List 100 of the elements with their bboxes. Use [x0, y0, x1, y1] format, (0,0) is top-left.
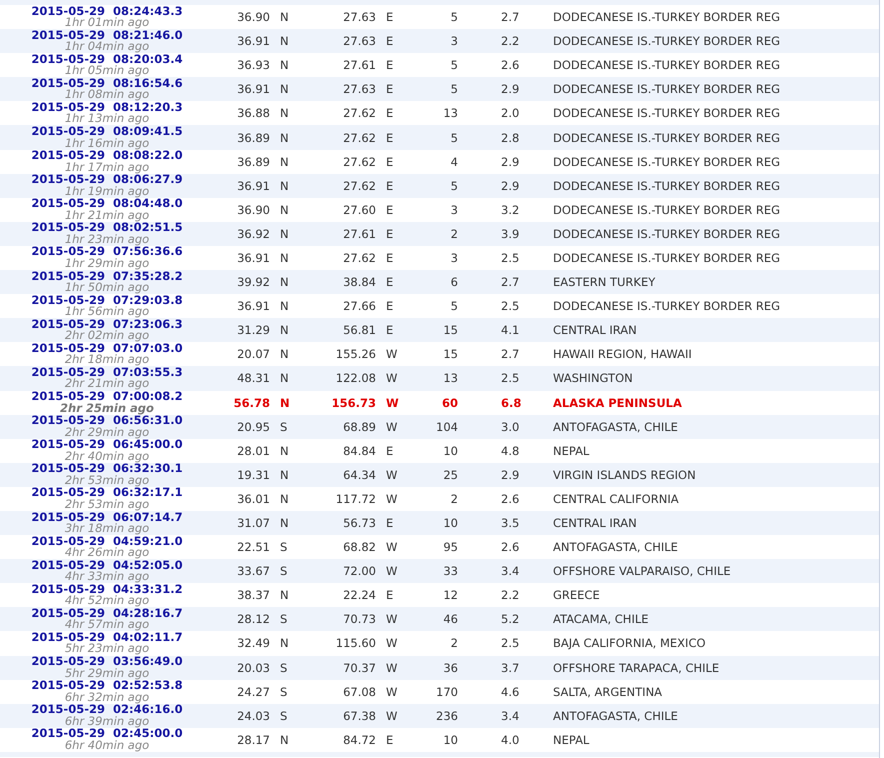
date-time-link[interactable]: 2015-05-29 08:24:43.3	[31, 6, 183, 18]
region-cell: ANTOFAGASTA, CHILE	[553, 420, 678, 434]
region-cell: ATACAMA, CHILE	[553, 612, 649, 626]
date-time-link[interactable]: 2015-05-29 08:02:51.5	[31, 222, 183, 234]
longitude-direction-cell-text: W	[386, 564, 398, 578]
depth-cell-text: 2	[450, 226, 458, 241]
region-cell: DODECANESE IS.-TURKEY BORDER REG	[553, 130, 780, 145]
latitude-cell-text: 36.90	[236, 10, 270, 24]
longitude-cell-text: 56.73	[342, 516, 376, 530]
date-time-link[interactable]: 2015-05-29 08:12:20.3	[31, 102, 183, 114]
date-time-link[interactable]: 2015-05-29 08:04:48.0	[31, 198, 183, 210]
latitude-cell-text: 20.03	[236, 660, 270, 675]
longitude-cell-text: 27.66	[342, 299, 376, 314]
latitude-direction-cell-text: S	[280, 708, 288, 723]
date-time-link[interactable]: 2015-05-29 06:56:31.0	[31, 415, 183, 427]
date-time-link[interactable]: 2015-05-29 07:03:55.3	[31, 366, 183, 378]
date-time-link[interactable]: 2015-05-29 07:07:03.0	[31, 342, 183, 354]
depth-cell-text: 95	[442, 540, 458, 554]
date-time-link[interactable]: 2015-05-29 08:20:03.4	[31, 54, 183, 66]
date-time-link[interactable]: 2015-05-29 08:21:46.0	[31, 30, 183, 42]
date-time-link[interactable]: 2015-05-29 02:46:16.0	[31, 704, 183, 716]
latitude-cell-text: 28.17	[236, 732, 270, 747]
magnitude-cell-text: 2.9	[501, 178, 520, 193]
magnitude-cell-text: 2.5	[501, 371, 520, 386]
region-cell: DODECANESE IS.-TURKEY BORDER REG	[553, 250, 780, 265]
longitude-cell-text: 84.72	[342, 732, 376, 747]
region-cell: DODECANESE IS.-TURKEY BORDER REG	[553, 202, 780, 217]
date-time-link[interactable]: 2015-05-29 08:08:22.0	[31, 150, 183, 162]
time-ago-text: 1hr 05min ago	[64, 65, 150, 77]
date-time-link[interactable]: 2015-05-29 07:35:28.2	[31, 270, 183, 282]
longitude-direction-cell-text: W	[386, 612, 398, 626]
magnitude-cell-text: 3.4	[501, 564, 520, 578]
date-time-link[interactable]: 2015-05-29 06:07:14.7	[31, 512, 183, 524]
latitude-cell-text: 38.37	[236, 588, 270, 602]
longitude-cell-text: 27.62	[342, 106, 376, 120]
time-ago-text: 1hr 50min ago	[64, 282, 150, 294]
latitude-cell-text: 24.27	[236, 684, 270, 699]
date-time-link[interactable]: 2015-05-29 06:45:00.0	[31, 439, 183, 451]
date-time-link[interactable]: 2015-05-29 08:06:27.9	[31, 174, 183, 186]
latitude-direction-cell-text: N	[280, 468, 290, 482]
longitude-direction-cell-text: E	[386, 178, 394, 193]
date-time-link[interactable]: 2015-05-29 04:52:05.0	[31, 560, 183, 572]
date-time-link[interactable]: 2015-05-29 04:59:21.0	[31, 536, 183, 548]
depth-cell-text: 2	[450, 492, 458, 506]
region-cell: DODECANESE IS.-TURKEY BORDER REG	[553, 10, 780, 24]
latitude-cell-text: 39.92	[236, 275, 270, 290]
latitude-direction-cell-text: S	[280, 540, 288, 554]
depth-cell-text: 10	[442, 732, 458, 747]
date-time-link[interactable]: 2015-05-29 07:23:06.3	[31, 318, 183, 330]
date-time-link[interactable]: 2015-05-29 07:00:08.2	[31, 391, 183, 403]
date-time-link[interactable]: 2015-05-29 02:45:00.0	[31, 728, 183, 740]
latitude-cell-text: 36.91	[236, 250, 270, 265]
latitude-cell-text: 20.95	[236, 420, 270, 434]
date-time-link[interactable]: 2015-05-29 07:56:36.6	[31, 246, 183, 258]
latitude-cell-text: 36.01	[236, 492, 270, 506]
region-cell: HAWAII REGION, HAWAII	[553, 347, 692, 362]
longitude-direction-cell-text: E	[386, 82, 394, 96]
magnitude-cell-text: 4.8	[501, 444, 520, 458]
time-ago-text: 4hr 52min ago	[64, 595, 150, 607]
magnitude-cell-text: 2.0	[501, 106, 520, 120]
time-ago-text: 1hr 17min ago	[64, 162, 150, 174]
latitude-cell-text: 24.03	[236, 708, 270, 723]
longitude-cell-text: 72.00	[342, 564, 376, 578]
date-time-link[interactable]: 2015-05-29 08:16:54.6	[31, 78, 183, 90]
longitude-cell-text: 117.72	[334, 492, 376, 506]
latitude-direction-cell-text: N	[280, 34, 290, 48]
date-time-link[interactable]: 2015-05-29 06:32:17.1	[31, 487, 183, 499]
depth-cell-text: 5	[450, 58, 458, 72]
latitude-direction-cell-text: N	[280, 202, 290, 217]
latitude-cell-text: 36.89	[236, 154, 270, 169]
magnitude-cell-text: 2.2	[501, 588, 520, 602]
longitude-direction-cell-text: E	[386, 444, 394, 458]
depth-cell-text: 33	[442, 564, 458, 578]
latitude-direction-cell-text: N	[280, 347, 290, 362]
date-time-link[interactable]: 2015-05-29 02:52:53.8	[31, 680, 183, 692]
date-time-link[interactable]: 2015-05-29 04:33:31.2	[31, 584, 183, 596]
depth-cell-text: 5	[450, 178, 458, 193]
latitude-cell-text: 36.91	[236, 82, 270, 96]
date-time-link[interactable]: 2015-05-29 06:32:30.1	[31, 463, 183, 475]
date-time-link[interactable]: 2015-05-29 04:02:11.7	[31, 632, 183, 644]
latitude-cell-text: 32.49	[236, 636, 270, 650]
magnitude-cell-text: 2.9	[501, 468, 520, 482]
date-time-link[interactable]: 2015-05-29 04:28:16.7	[31, 608, 183, 620]
latitude-direction-cell-text: N	[280, 82, 290, 96]
longitude-cell-text: 27.61	[342, 58, 376, 72]
depth-cell-text: 3	[450, 250, 458, 265]
longitude-direction-cell-text: E	[386, 58, 394, 72]
date-time-link[interactable]: 2015-05-29 03:56:49.0	[31, 656, 183, 668]
magnitude-cell-text: 2.6	[501, 540, 520, 554]
magnitude-cell-text: 3.2	[501, 202, 520, 217]
longitude-cell-text: 56.81	[342, 323, 376, 338]
time-ago-text: 6hr 40min ago	[64, 740, 150, 752]
longitude-cell-text: 122.08	[334, 371, 376, 386]
latitude-cell-text: 36.91	[236, 34, 270, 48]
latitude-direction-cell-text: N	[280, 154, 290, 169]
region-cell: ALASKA PENINSULA	[553, 396, 682, 410]
date-time-link[interactable]: 2015-05-29 08:09:41.5	[31, 126, 183, 138]
time-ago-text: 4hr 33min ago	[64, 571, 150, 583]
date-time-link[interactable]: 2015-05-29 07:29:03.8	[31, 294, 183, 306]
depth-cell-text: 12	[442, 588, 458, 602]
